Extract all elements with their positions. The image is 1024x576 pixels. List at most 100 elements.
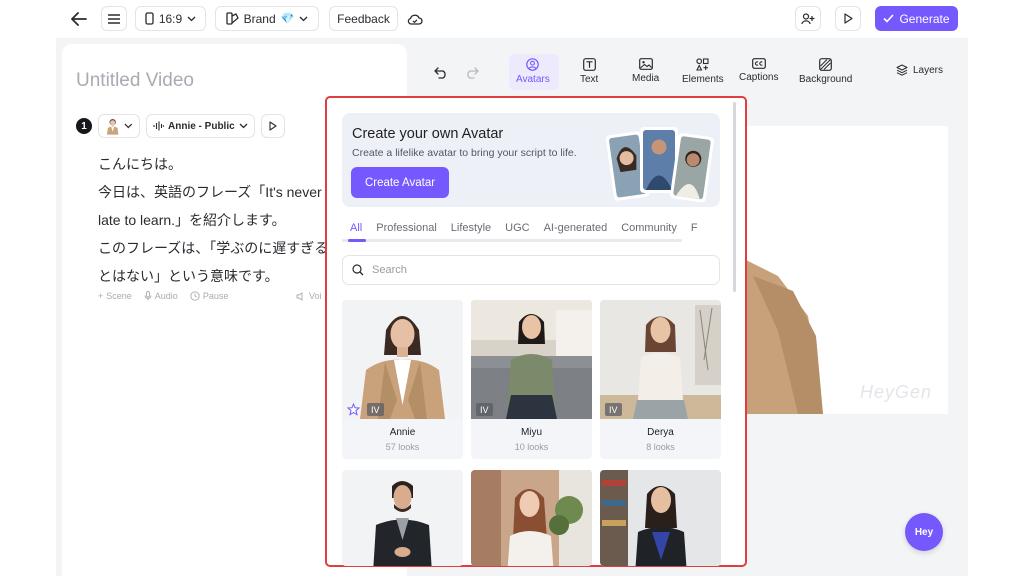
favorite-star-icon[interactable]: [347, 403, 360, 416]
script-line: late to learn.」を紹介します。: [98, 212, 286, 228]
tab-captions[interactable]: Captions: [739, 58, 778, 83]
add-audio-label: Audio: [154, 291, 178, 301]
generate-label: Generate: [899, 11, 950, 26]
avatar-looks-count: 8 looks: [646, 442, 675, 452]
brand-label: Brand: [243, 11, 276, 26]
generate-button[interactable]: Generate: [875, 6, 958, 31]
add-scene-action[interactable]: + Scene: [98, 291, 132, 301]
aspect-ratio-dropdown[interactable]: 16:9: [135, 6, 206, 31]
tab-background[interactable]: Background: [799, 58, 852, 85]
avatar-photo: [471, 300, 592, 419]
video-preview-canvas[interactable]: [738, 126, 948, 414]
chevron-down-icon: [299, 16, 308, 21]
iv-badge: IV: [476, 403, 493, 416]
chevron-down-icon: [124, 123, 133, 129]
captions-icon: [751, 58, 766, 69]
avatar-preview-collage: [606, 127, 714, 203]
avatar-looks-count: 10 looks: [514, 442, 549, 452]
voice-label: Annie - Public: [168, 120, 235, 132]
preview-avatar-image: [738, 256, 823, 414]
chevron-down-icon: [187, 16, 196, 21]
gem-icon: 💎: [280, 13, 295, 25]
avatar-photo: [342, 470, 463, 566]
add-audio-action[interactable]: Audio: [144, 291, 178, 301]
background-icon: [819, 58, 833, 71]
media-icon: [638, 58, 653, 70]
search-placeholder: Search: [372, 264, 407, 276]
category-tab-ugc[interactable]: UGC: [505, 222, 529, 234]
avatar-card-miyu[interactable]: IV Miyu 10 looks: [471, 300, 592, 459]
avatar-photo: [600, 470, 721, 566]
brand-dropdown[interactable]: Brand 💎: [215, 6, 319, 31]
voice-selector[interactable]: Annie - Public: [146, 114, 255, 138]
avatar-card[interactable]: [471, 470, 592, 566]
scene-controls: 1 Annie - Public: [76, 114, 285, 138]
avatar-selector[interactable]: [98, 114, 140, 138]
category-tab-ai-generated[interactable]: AI-generated: [544, 222, 608, 234]
avatar-card[interactable]: [600, 470, 721, 566]
avatar-photo: [342, 300, 463, 419]
plus-icon: +: [98, 291, 104, 301]
play-voice-button[interactable]: [260, 114, 285, 138]
iv-badge: IV: [605, 403, 622, 416]
script-text-area[interactable]: こんにちは。 今日は、英語のフレーズ「It's never too late t…: [98, 150, 330, 290]
text-icon: [582, 58, 596, 71]
avatar-looks-count: 57 looks: [385, 442, 420, 452]
watermark: HeyGen: [860, 382, 933, 402]
avatar-card-derya[interactable]: IV Derya 8 looks: [600, 300, 721, 459]
popup-scrollbar[interactable]: [733, 102, 736, 292]
avatar-name: Annie: [389, 427, 416, 438]
avatar-card[interactable]: [342, 470, 463, 566]
top-bar: 16:9 Brand 💎 Feedback Generate: [0, 0, 1024, 38]
category-tab-lifestyle[interactable]: Lifestyle: [451, 222, 491, 234]
play-preview-button[interactable]: [835, 6, 861, 31]
iv-badge: IV: [367, 403, 384, 416]
avatar-photo: [600, 300, 721, 419]
menu-button[interactable]: [101, 6, 127, 31]
pause-icon: [190, 291, 200, 301]
script-line: 今日は、英語のフレーズ「It's never too: [98, 184, 330, 200]
category-tab-professional[interactable]: Professional: [376, 222, 437, 234]
category-tabs: All Professional Lifestyle UGC AI-genera…: [350, 222, 720, 234]
avatar-search-input[interactable]: Search: [342, 255, 720, 285]
voice-action[interactable]: Voi: [296, 291, 322, 301]
redo-icon[interactable]: [463, 60, 481, 85]
add-pause-action[interactable]: Pause: [190, 291, 229, 301]
microphone-icon: [144, 291, 152, 301]
feedback-button[interactable]: Feedback: [329, 6, 398, 31]
check-icon: [883, 14, 895, 23]
tab-elements[interactable]: Elements: [682, 58, 724, 85]
tab-label: Elements: [682, 74, 724, 85]
undo-icon[interactable]: [432, 60, 450, 85]
category-tab-community[interactable]: Community: [621, 222, 677, 234]
category-scroll-track: [342, 239, 682, 242]
chevron-down-icon: [239, 123, 248, 129]
back-arrow-icon[interactable]: [68, 6, 90, 31]
search-icon: [352, 264, 364, 276]
hamburger-icon: [108, 13, 120, 24]
create-avatar-button[interactable]: Create Avatar: [351, 167, 449, 198]
script-line: このフレーズは、「学ぶのに遅すぎるこ: [98, 240, 330, 256]
video-title[interactable]: Untitled Video: [76, 70, 194, 92]
layers-button[interactable]: Layers: [896, 62, 943, 78]
aspect-ratio-label: 16:9: [158, 11, 183, 26]
avatar-icon: [526, 58, 540, 71]
brand-kit-icon: [225, 12, 239, 25]
add-scene-label: Scene: [106, 291, 132, 301]
tab-label: Text: [580, 74, 599, 85]
cloud-sync-icon[interactable]: [404, 6, 426, 31]
category-tab-all[interactable]: All: [350, 222, 362, 234]
tab-avatars[interactable]: Avatars: [516, 58, 550, 85]
add-pause-label: Pause: [202, 291, 229, 301]
tab-text[interactable]: Text: [580, 58, 598, 85]
promo-subtitle: Create a lifelike avatar to bring your s…: [352, 147, 577, 159]
tab-media[interactable]: Media: [632, 58, 659, 84]
elements-icon: [696, 58, 709, 71]
script-line: こんにちは。: [98, 156, 182, 172]
tab-label: Avatars: [516, 74, 550, 85]
avatar-photo: [471, 470, 592, 566]
chat-assistant-button[interactable]: Hey: [905, 513, 943, 551]
category-tab-more[interactable]: F: [691, 222, 698, 234]
avatar-card-annie[interactable]: IV Annie 57 looks: [342, 300, 463, 459]
add-collaborator-button[interactable]: [795, 6, 821, 31]
